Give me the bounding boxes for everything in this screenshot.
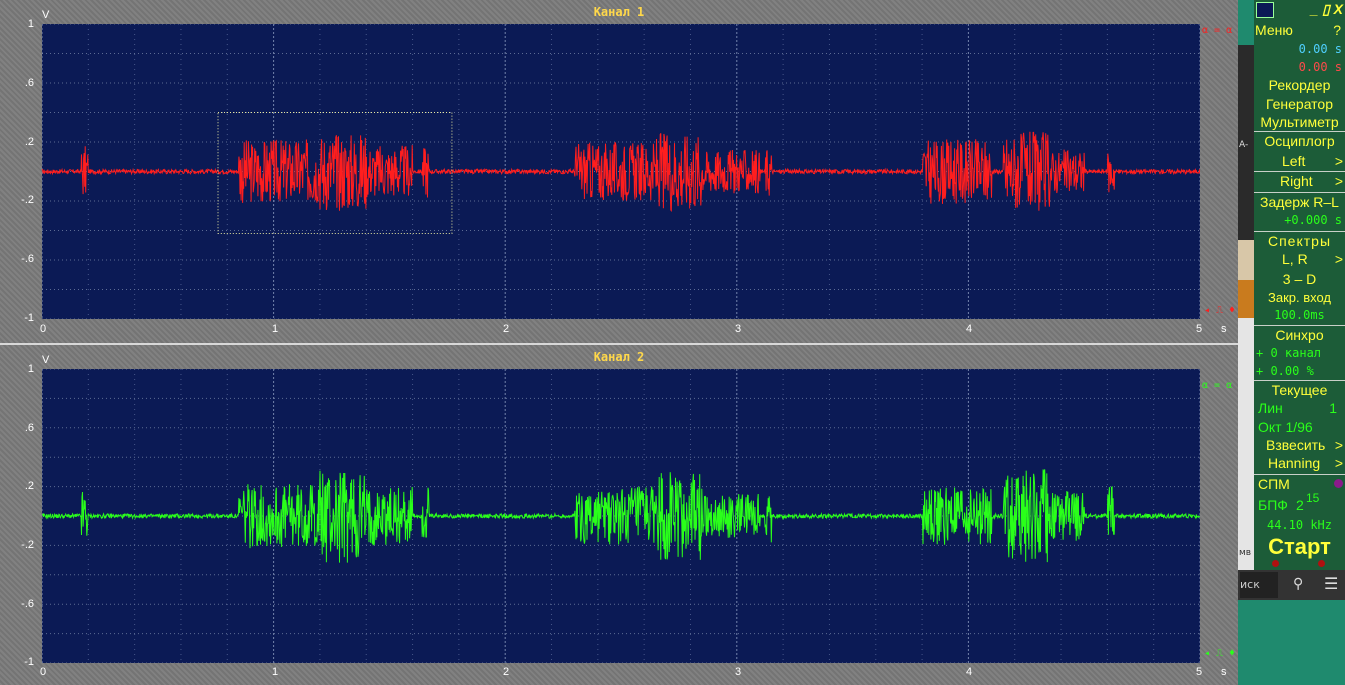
channel1-title: Канал 1 xyxy=(593,5,645,19)
delay-value[interactable]: +0.000 s xyxy=(1254,211,1342,229)
y-tick-label: .2 xyxy=(24,480,34,492)
y-tick-label: -1 xyxy=(24,656,34,668)
start-button[interactable]: Старт xyxy=(1254,534,1345,560)
y-tick-label: 1 xyxy=(27,18,34,30)
fft-row[interactable]: БПФ 2 15 xyxy=(1254,491,1345,514)
channel1-chart[interactable] xyxy=(42,24,1200,319)
chevron-right-icon: > xyxy=(1334,455,1343,471)
y-tick-label: -1 xyxy=(24,312,34,324)
y-tick-label: -.2 xyxy=(21,194,34,206)
weigh-button[interactable]: Взвесить > xyxy=(1254,436,1345,454)
x-unit-label: s xyxy=(1221,323,1227,335)
y-unit-label: V xyxy=(42,9,50,21)
y-tick-label: -.2 xyxy=(21,539,34,551)
multimeter-button[interactable]: Мультиметр xyxy=(1254,113,1345,131)
current-mode[interactable]: Текущее xyxy=(1254,380,1345,399)
y-tick-label: 1 xyxy=(27,363,34,375)
menu-button[interactable]: Меню ? xyxy=(1254,21,1345,39)
window-buttons[interactable]: _ ▯ X xyxy=(1310,0,1343,18)
help-button[interactable]: ? xyxy=(1333,21,1341,39)
side-label: A- xyxy=(1239,140,1249,150)
octave-row[interactable]: Окт 1/96 xyxy=(1254,418,1345,436)
lr-button[interactable]: L, R > xyxy=(1254,250,1345,268)
x-tick-label: 4 xyxy=(966,323,973,335)
y-tick-label: -.6 xyxy=(21,253,34,265)
title-row: _ ▯ X xyxy=(1254,0,1345,18)
closed-input-label[interactable]: Закр. вход xyxy=(1254,289,1345,307)
y-tick-label: .6 xyxy=(24,77,34,89)
delay-label: Задерж R–L xyxy=(1254,192,1345,211)
side-label: мв xyxy=(1239,548,1252,558)
background-window xyxy=(1238,600,1345,685)
closed-input-value[interactable]: 100.0ms xyxy=(1254,306,1345,324)
x-tick-label: 5 xyxy=(1196,323,1203,335)
x-tick-label: 3 xyxy=(735,323,742,335)
search-field[interactable]: иск xyxy=(1240,572,1278,598)
x-tick-label: 3 xyxy=(735,666,742,678)
time-readout-1: 0.00 s xyxy=(1298,42,1342,56)
recorder-button[interactable]: Рекордер xyxy=(1254,76,1345,94)
oscilloscope-button[interactable]: Осциплогр xyxy=(1254,131,1345,150)
left-channel-button[interactable]: Left > xyxy=(1254,152,1345,170)
sync-label[interactable]: Синхро xyxy=(1254,325,1345,344)
waveform-series xyxy=(42,469,1200,563)
hamburger-menu-icon[interactable]: ☰ xyxy=(1324,574,1338,593)
window-function-button[interactable]: Hanning > xyxy=(1254,454,1345,472)
chevron-right-icon: > xyxy=(1334,437,1343,453)
x-unit-label: s xyxy=(1221,666,1227,678)
y-unit-label: V xyxy=(42,354,50,366)
x-tick-label: 4 xyxy=(966,666,973,678)
control-menu: _ ▯ X Меню ? 0.00 s 0.00 s Рекордер Гене… xyxy=(1254,0,1345,570)
chevron-right-icon: > xyxy=(1334,173,1343,189)
channel2-trigger-marker[interactable]: ◂ ⎍ ♦ xyxy=(1204,648,1235,659)
channel2-panel: Канал 2 V 1 .6 .2 -.2 -.6 -1 0 1 2 3 4 5… xyxy=(0,345,1238,685)
channel2-title: Канал 2 xyxy=(593,350,645,364)
search-icon[interactable]: ⚲ xyxy=(1293,576,1303,592)
app-icon xyxy=(1256,2,1274,18)
x-tick-label: 1 xyxy=(272,666,279,678)
channel1-trigger-marker[interactable]: ◂ ⎍ ♦ xyxy=(1204,305,1235,316)
lin-row[interactable]: Лин 1 xyxy=(1254,399,1345,417)
generator-button[interactable]: Генератор xyxy=(1254,95,1345,113)
channel1-plot[interactable] xyxy=(42,24,1200,319)
channel1-panel: Канал 1 V 1 .6 .2 -.2 -.6 -1 0 1 2 3 4 5… xyxy=(0,0,1238,343)
led-icon xyxy=(1272,560,1279,567)
x-tick-label: 2 xyxy=(503,323,510,335)
3d-button[interactable]: 3 – D xyxy=(1254,270,1345,288)
y-tick-label: .6 xyxy=(24,422,34,434)
channel2-chart[interactable] xyxy=(42,369,1200,663)
sample-rate[interactable]: 44.10 kHz xyxy=(1254,516,1345,534)
led-icon xyxy=(1334,479,1343,488)
y-tick-label: .2 xyxy=(24,136,34,148)
chevron-right-icon: > xyxy=(1334,251,1343,267)
time-readout-2: 0.00 s xyxy=(1298,60,1342,74)
waveform-series xyxy=(42,131,1200,213)
channel2-cursor-marker[interactable]: α = α xyxy=(1202,380,1232,391)
sync-channel[interactable]: + 0 канал xyxy=(1254,344,1345,362)
y-tick-label: -.6 xyxy=(21,598,34,610)
taskbar-fragment: иск ⚲ ☰ xyxy=(1238,570,1345,600)
chevron-right-icon: > xyxy=(1334,153,1343,169)
x-tick-label: 2 xyxy=(503,666,510,678)
x-tick-label: 1 xyxy=(272,323,279,335)
x-tick-label: 0 xyxy=(40,323,47,335)
x-tick-label: 0 xyxy=(40,666,47,678)
sync-percent[interactable]: + 0.00 % xyxy=(1254,362,1345,380)
spm-row[interactable]: СПМ xyxy=(1254,474,1345,493)
channel2-plot[interactable] xyxy=(42,369,1200,663)
x-tick-label: 5 xyxy=(1196,666,1203,678)
led-icon xyxy=(1318,560,1325,567)
spectra-button[interactable]: Спектры xyxy=(1254,231,1345,250)
right-channel-button[interactable]: Right > xyxy=(1254,171,1345,190)
channel1-cursor-marker[interactable]: α = α xyxy=(1202,25,1232,36)
